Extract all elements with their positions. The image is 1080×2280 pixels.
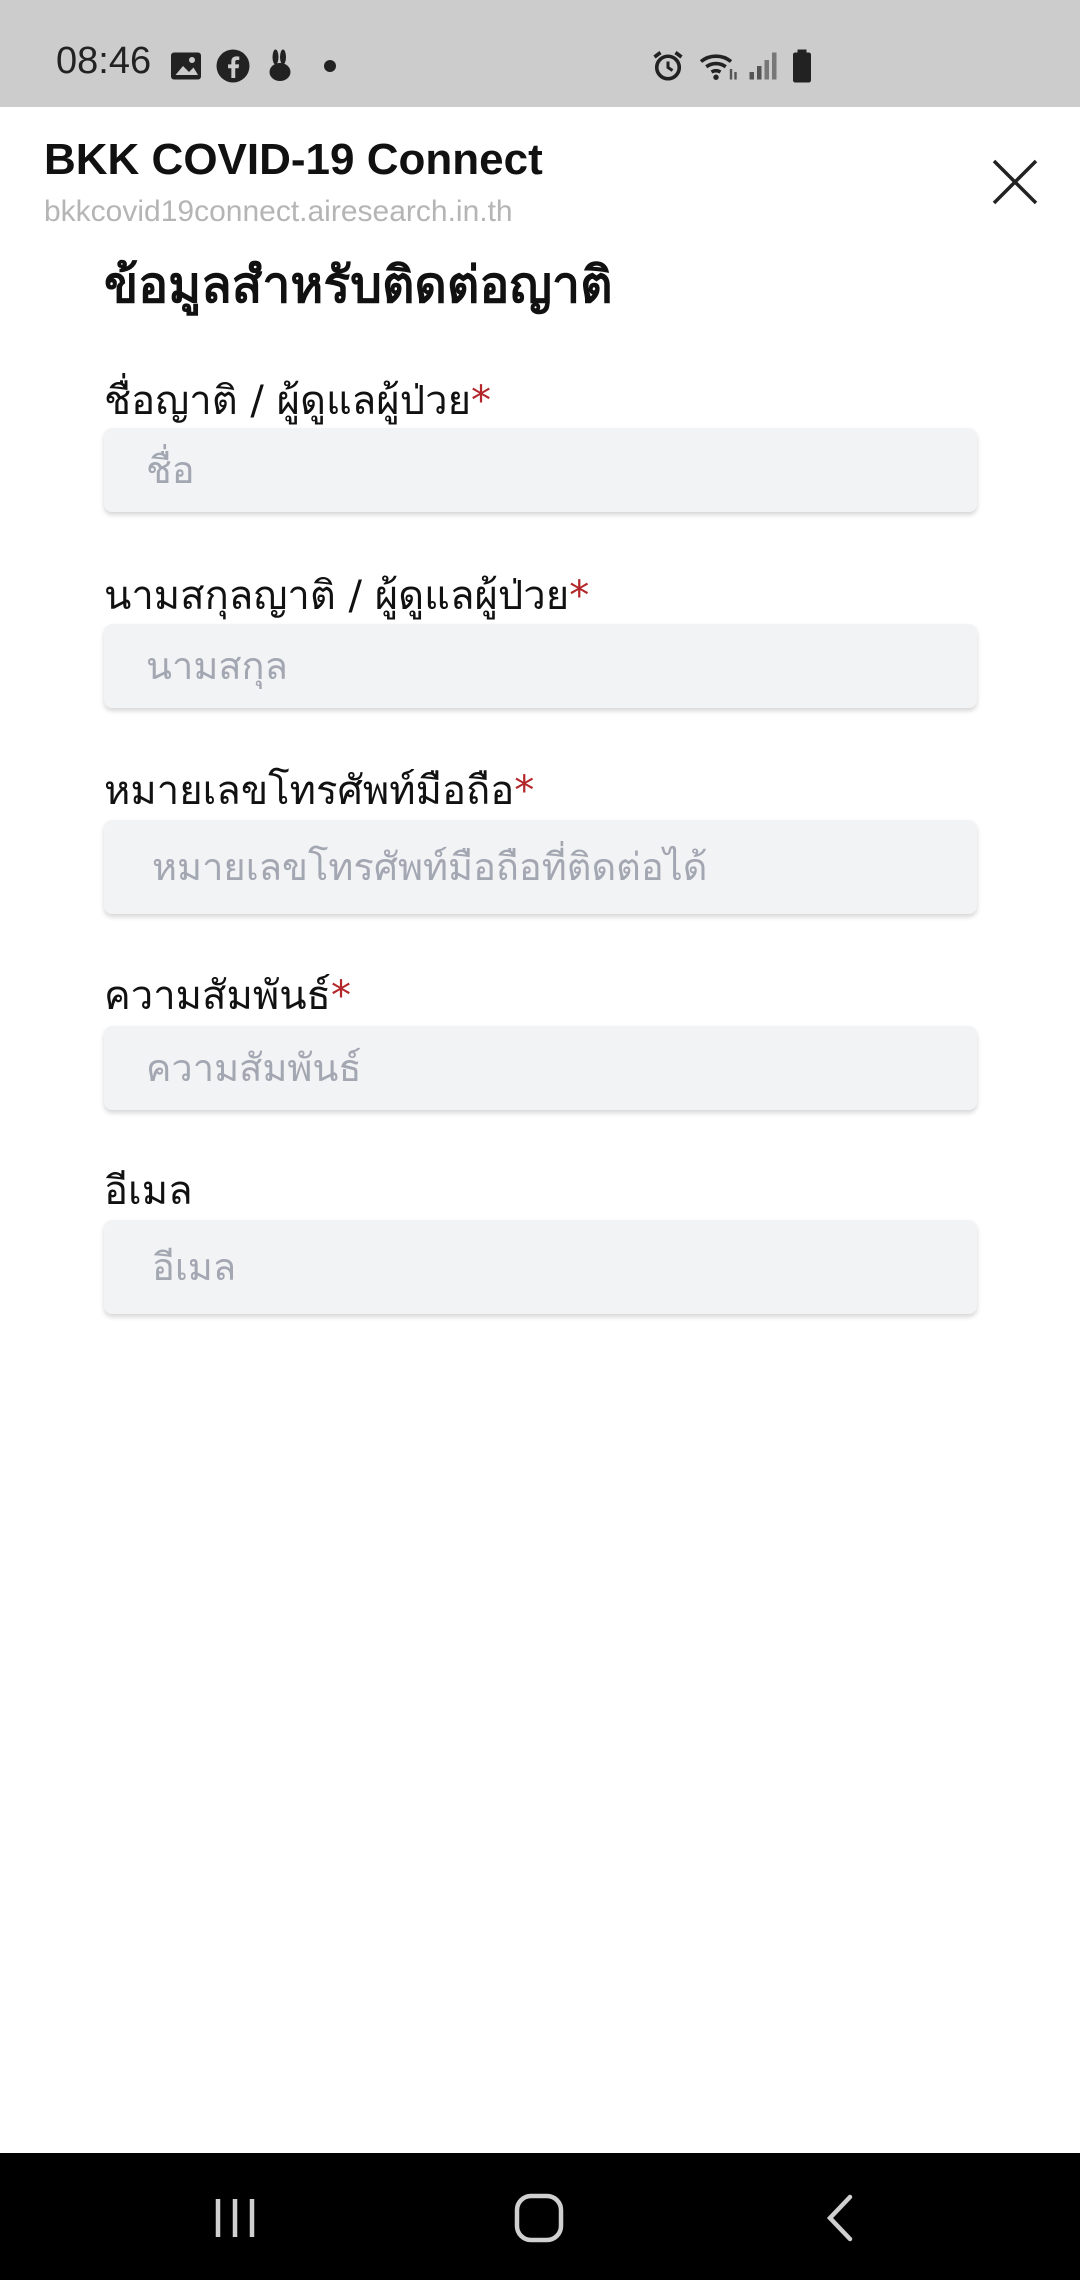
- page-url: bkkcovid19connect.airesearch.in.th: [44, 195, 513, 228]
- mobile-phone-label: หมายเลขโทรศัพท์มือถือ*: [104, 768, 535, 814]
- facebook-icon: [216, 49, 250, 83]
- last-name-input[interactable]: [104, 624, 977, 708]
- image-icon: [171, 52, 201, 80]
- first-name-input[interactable]: [104, 428, 977, 512]
- required-marker: *: [569, 573, 590, 619]
- alarm-icon: [653, 51, 683, 81]
- form-title: ข้อมูลสำหรับติดต่อญาติ: [104, 256, 613, 314]
- required-marker: *: [514, 768, 535, 814]
- wifi-icon: [699, 54, 737, 80]
- app-title: BKK COVID-19 Connect: [44, 135, 543, 184]
- email-input[interactable]: [104, 1220, 977, 1314]
- home-icon[interactable]: [504, 2183, 574, 2253]
- signal-icon: [749, 52, 777, 80]
- dot-icon: [324, 60, 336, 72]
- rabbit-icon: [269, 49, 291, 81]
- system-nav-bar: [0, 2153, 1080, 2280]
- recent-apps-icon[interactable]: [200, 2183, 270, 2253]
- close-icon[interactable]: [990, 157, 1040, 207]
- relationship-label: ความสัมพันธ์*: [104, 973, 351, 1019]
- first-name-label: ชื่อญาติ / ผู้ดูแลผู้ป่วย*: [104, 378, 492, 424]
- back-icon[interactable]: [806, 2183, 876, 2253]
- browser-header: BKK COVID-19 Connect bkkcovid19connect.a…: [0, 107, 1080, 237]
- battery-icon: [793, 49, 811, 83]
- mobile-phone-input[interactable]: [104, 820, 977, 914]
- required-marker: *: [471, 378, 492, 424]
- status-time: 08:46: [56, 40, 152, 82]
- status-bar: 08:46: [0, 0, 1080, 107]
- last-name-label: นามสกุลญาติ / ผู้ดูแลผู้ป่วย*: [104, 573, 590, 619]
- required-marker: *: [330, 973, 351, 1019]
- relationship-input[interactable]: [104, 1026, 977, 1110]
- email-label: อีเมล: [104, 1168, 193, 1214]
